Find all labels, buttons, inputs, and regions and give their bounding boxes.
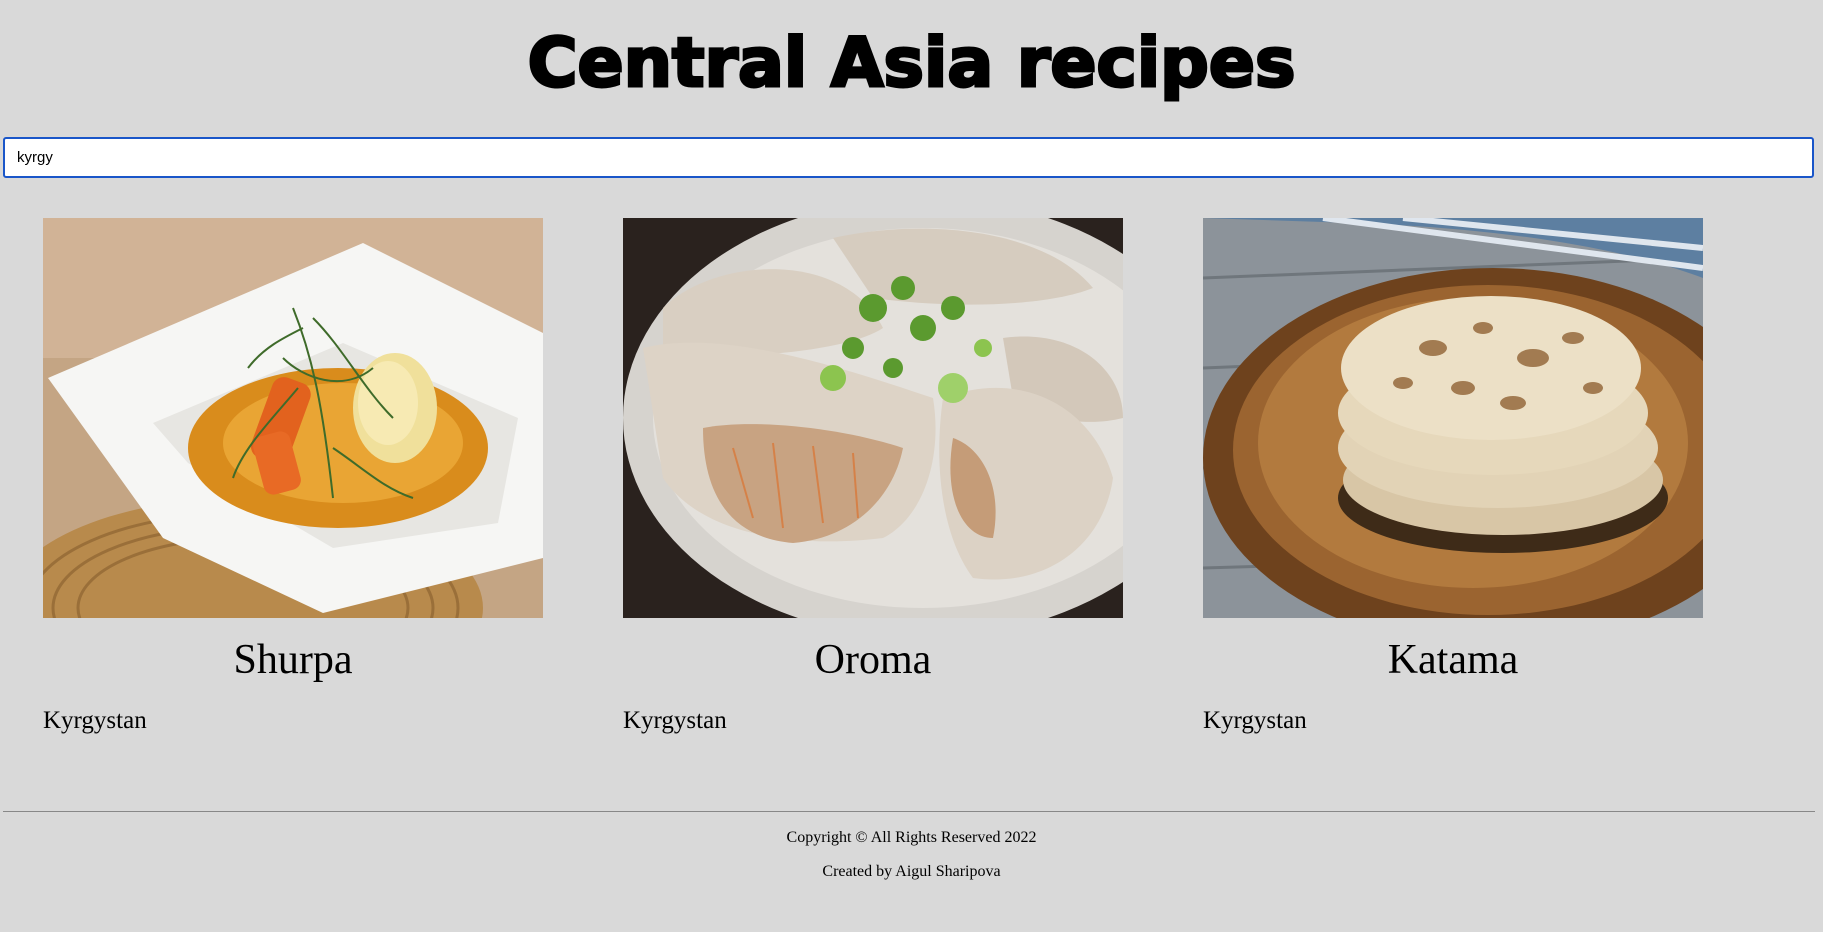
recipe-image-oroma[interactable]: [623, 218, 1123, 618]
recipe-card-shurpa[interactable]: Shurpa Kyrgystan: [43, 218, 543, 736]
page-title: Central Asia recipes: [526, 23, 1297, 105]
footer-copyright: Copyright © All Rights Reserved 2022: [786, 829, 1037, 846]
search-input[interactable]: [3, 137, 1814, 178]
recipe-country: Kyrgystan: [623, 707, 727, 734]
recipe-title[interactable]: Katama: [1203, 636, 1703, 684]
recipe-card-katama[interactable]: Katama Kyrgystan: [1203, 218, 1703, 736]
recipe-image-katama[interactable]: [1203, 218, 1703, 618]
recipe-title[interactable]: Oroma: [623, 636, 1123, 684]
recipe-title[interactable]: Shurpa: [43, 636, 543, 684]
footer-divider: [3, 811, 1815, 812]
recipe-card-oroma[interactable]: Oroma Kyrgystan: [623, 218, 1123, 736]
recipe-country: Kyrgystan: [1203, 707, 1307, 734]
footer-credit: Created by Aigul Sharipova: [822, 863, 1001, 880]
recipe-country: Kyrgystan: [43, 707, 147, 734]
recipe-image-shurpa[interactable]: [43, 218, 543, 618]
